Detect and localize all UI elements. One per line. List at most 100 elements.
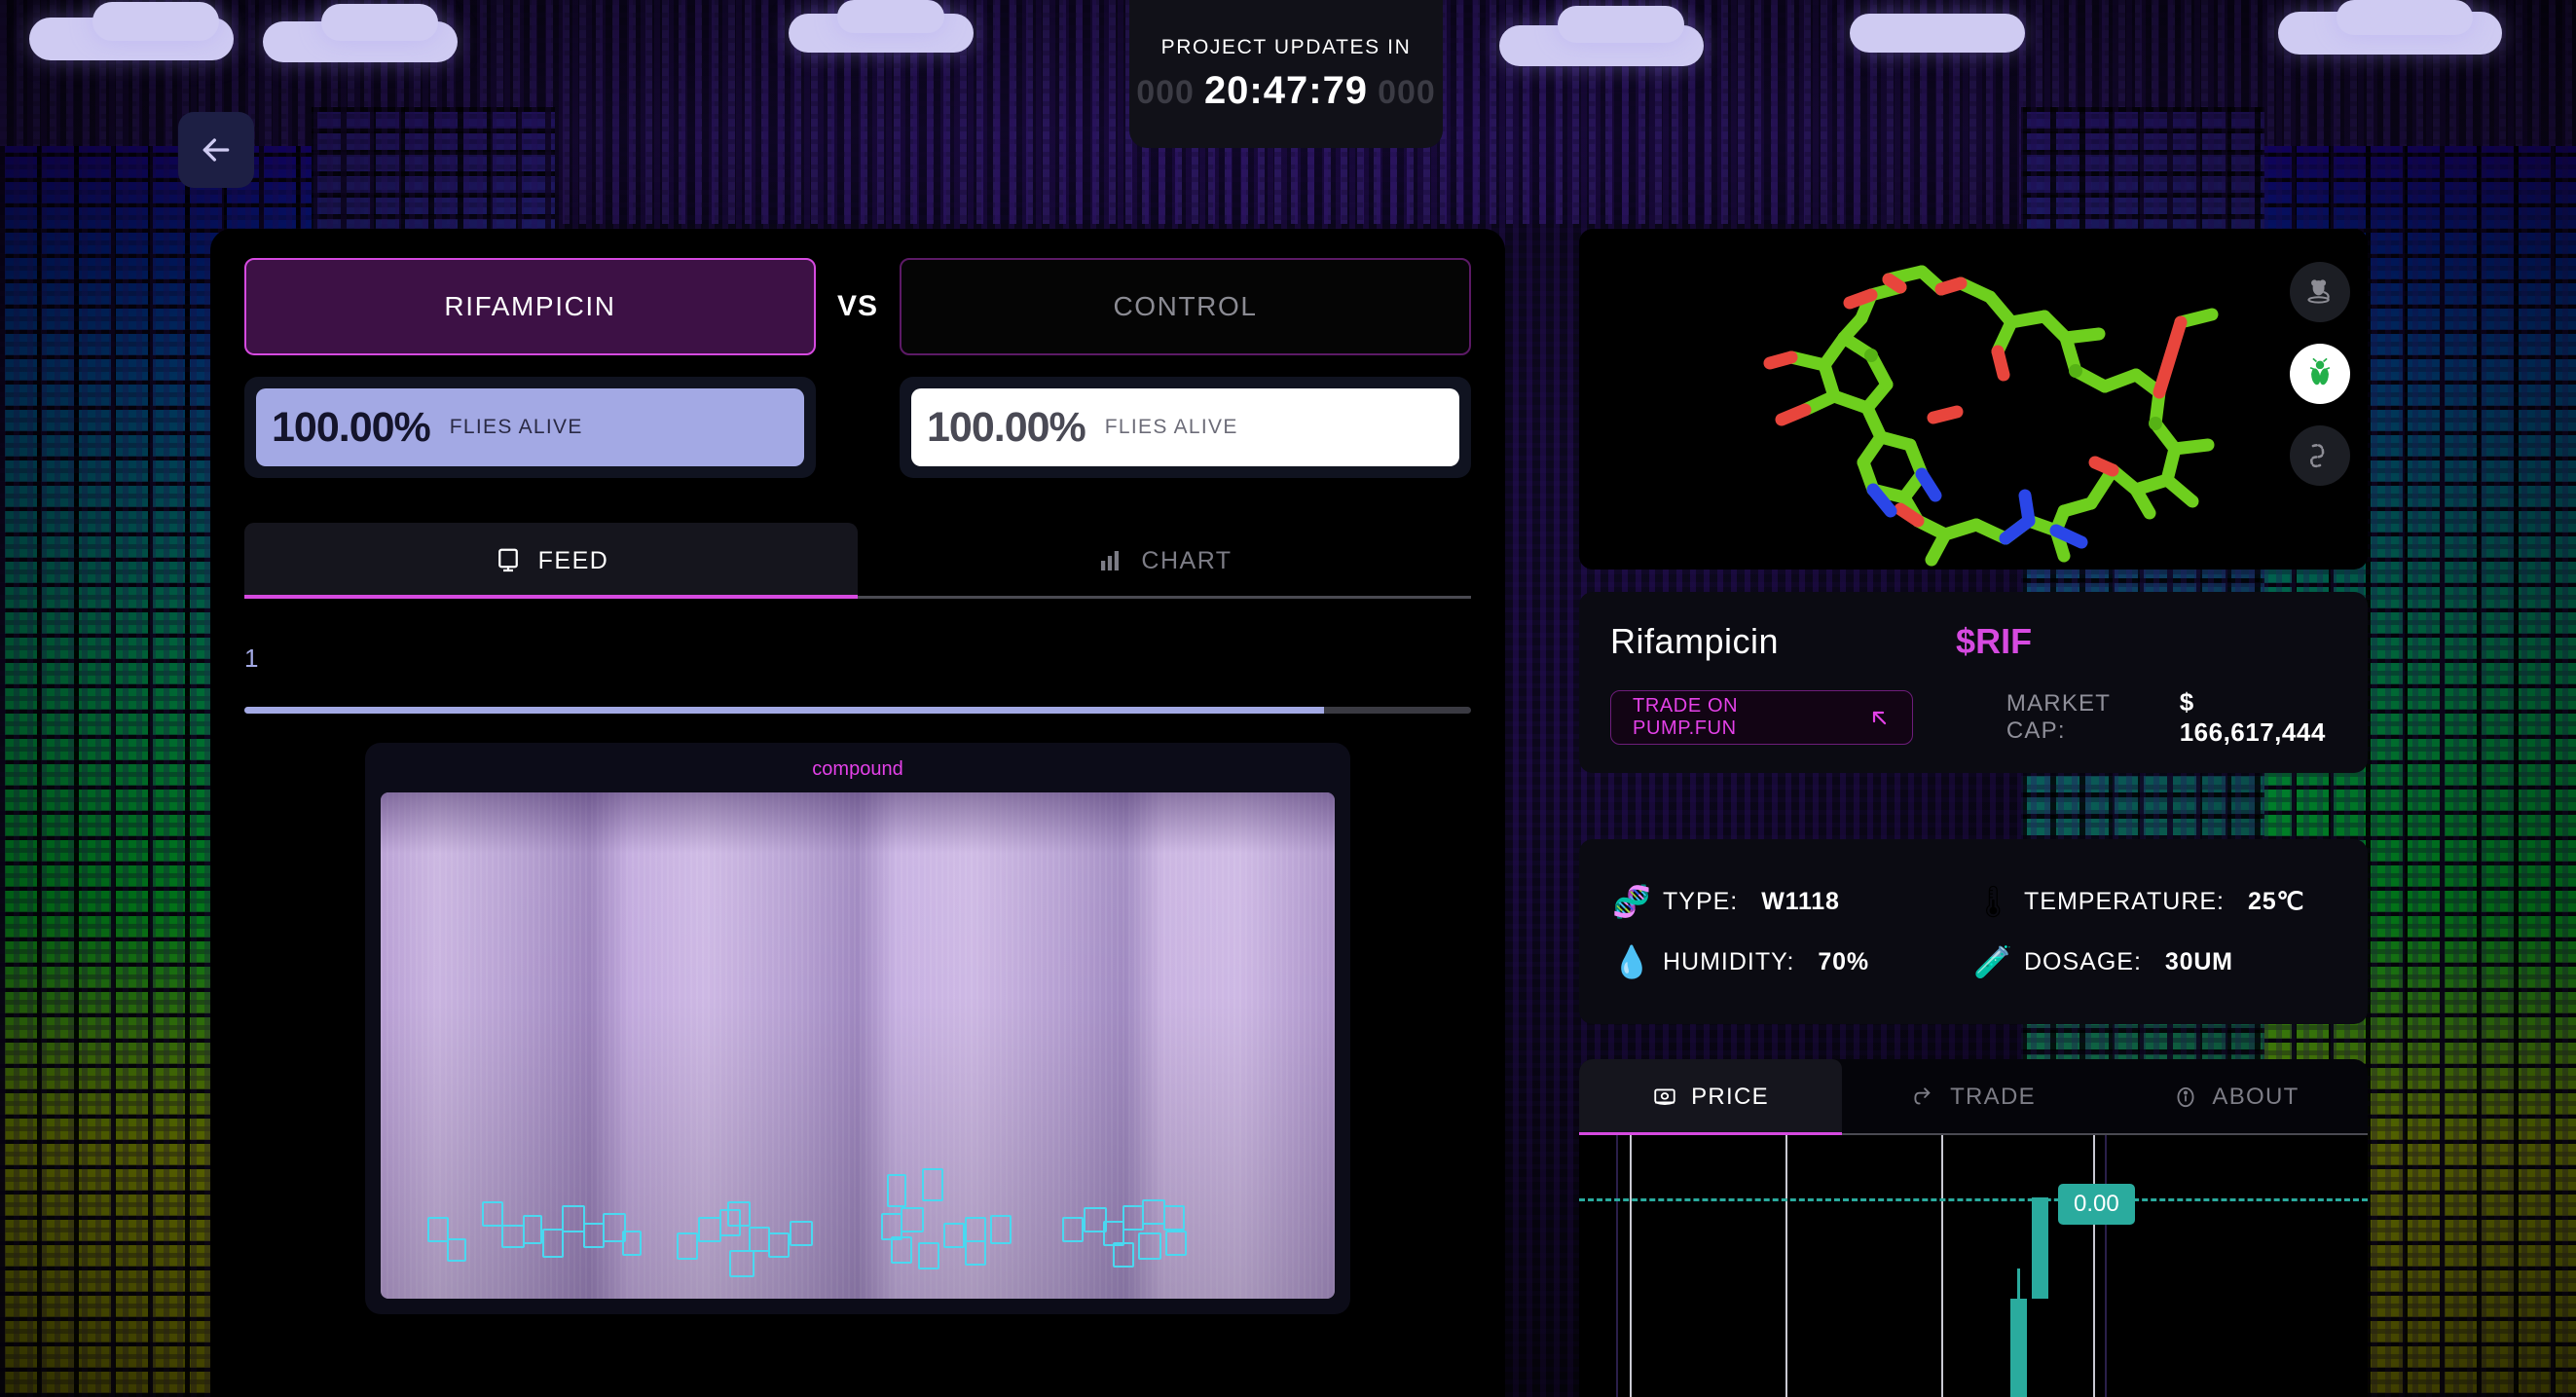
info-value-dosage: 30UM: [2164, 947, 2233, 975]
token-name: Rifampicin: [1610, 621, 1780, 661]
feed-video[interactable]: [381, 792, 1335, 1299]
countdown-ghost-left: 000: [1136, 73, 1195, 111]
candle-body: [2032, 1197, 2048, 1299]
stat-shell-treatment: 100.00% FLIES ALIVE: [244, 377, 816, 478]
tab-price-label: PRICE: [1691, 1084, 1769, 1110]
comparison-tabs: RIFAMPICIN VS CONTROL: [210, 229, 1505, 355]
detection-box: [622, 1231, 642, 1256]
detection-box: [1062, 1217, 1084, 1242]
info-item-dosage: 🧪 DOSAGE: 30UM: [1973, 946, 2335, 977]
comparison-tab-treatment-label: RIFAMPICIN: [444, 291, 616, 321]
stat-card-treatment: 100.00% FLIES ALIVE: [256, 388, 804, 466]
droplet-icon: 💧: [1612, 944, 1651, 979]
swap-arrow-icon: [1914, 1087, 1931, 1105]
tab-feed[interactable]: FEED: [244, 523, 858, 599]
tab-about-label: ABOUT: [2212, 1084, 2300, 1110]
tab-chart[interactable]: CHART: [858, 523, 1471, 599]
stat-card-control: 100.00% FLIES ALIVE: [911, 388, 1459, 466]
molecule-viewer[interactable]: [1579, 229, 2368, 570]
detection-box: [901, 1207, 924, 1232]
feed-caption: compound: [812, 758, 903, 780]
trade-on-pumpfun-button[interactable]: TRADE ON PUMP.FUN: [1610, 690, 1913, 745]
price-chart-panel: PRICE TRADE ABOUT 0.00: [1579, 1059, 2368, 1397]
detection-box: [447, 1238, 466, 1262]
tab-price[interactable]: PRICE: [1579, 1059, 1842, 1135]
detection-box: [990, 1215, 1012, 1244]
test-tube-icon: 🧪: [1973, 944, 2012, 979]
progress-bar[interactable]: [244, 707, 1471, 714]
fly-icon: [2309, 357, 2331, 386]
detection-box: [727, 1201, 751, 1227]
detection-box: [542, 1229, 564, 1258]
back-button[interactable]: [178, 112, 254, 188]
detection-box: [922, 1168, 943, 1201]
info-circle-icon: [2177, 1086, 2194, 1108]
treatment-survival-percent: 100.00%: [272, 403, 431, 451]
survival-stats: 100.00% FLIES ALIVE 100.00% FLIES ALIVE: [210, 355, 1505, 478]
info-value-temperature: 25℃: [2248, 888, 2305, 915]
arrow-left-icon: [202, 138, 230, 162]
thermometer-icon: 🌡: [1973, 884, 2013, 919]
info-key-dosage: DOSAGE:: [2024, 947, 2142, 975]
candlestick-chart[interactable]: 0.00: [1579, 1135, 2368, 1397]
detection-box: [918, 1242, 939, 1269]
info-item-humidity: 💧 HUMIDITY: 70%: [1612, 946, 1973, 977]
detection-box: [965, 1217, 986, 1242]
countdown-ghost-right: 000: [1378, 73, 1436, 111]
market-cap-value: $ 166,617,444: [2179, 687, 2326, 747]
molecule-3d-model: [1763, 265, 2219, 567]
comparison-tab-control[interactable]: CONTROL: [900, 258, 1471, 355]
tab-trade[interactable]: TRADE: [1842, 1059, 2105, 1135]
treatment-survival-label: FLIES ALIVE: [449, 416, 583, 438]
progress-bar-fill: [244, 707, 1324, 714]
project-countdown: PROJECT UPDATES IN 000 20:47:79 000: [1129, 0, 1443, 148]
bar-chart-icon: [1101, 551, 1120, 570]
vs-label: VS: [836, 290, 879, 322]
candle-body: [2010, 1299, 2027, 1397]
detection-box: [583, 1223, 605, 1248]
info-key-humidity: HUMIDITY:: [1663, 947, 1795, 975]
monitor-icon: [497, 548, 518, 572]
detection-box: [562, 1205, 585, 1232]
control-survival-percent: 100.00%: [927, 403, 1086, 451]
organism-button-fly[interactable]: [2290, 344, 2350, 404]
chart-gridline: [1941, 1135, 1943, 1397]
arrow-up-left-icon: [1872, 711, 1886, 725]
market-cap-label: MARKET CAP:: [2006, 690, 2111, 744]
detection-box: [768, 1232, 790, 1258]
detection-box: [1165, 1231, 1187, 1256]
detection-box: [790, 1221, 813, 1246]
trade-on-pumpfun-label: TRADE ON PUMP.FUN: [1633, 695, 1739, 739]
chart-gridline: [1630, 1135, 1632, 1397]
tab-about[interactable]: ABOUT: [2105, 1059, 2368, 1135]
comparison-tab-treatment[interactable]: RIFAMPICIN: [244, 258, 816, 355]
tab-chart-label: CHART: [1141, 546, 1233, 574]
chart-gridline: [1785, 1135, 1787, 1397]
info-item-type: 🧬 TYPE: W1118: [1612, 886, 1973, 917]
control-survival-label: FLIES ALIVE: [1104, 416, 1238, 438]
chart-gridline: [2105, 1135, 2107, 1397]
detection-box: [523, 1215, 542, 1244]
tab-feed-label: FEED: [537, 546, 609, 574]
chart-gridline: [2093, 1135, 2095, 1397]
detection-box: [1113, 1242, 1134, 1268]
detection-box: [482, 1201, 503, 1227]
stat-shell-control: 100.00% FLIES ALIVE: [900, 377, 1471, 478]
organism-button-mouse[interactable]: [2290, 262, 2350, 322]
detection-box: [1163, 1205, 1185, 1231]
current-price-line: [1579, 1198, 2368, 1201]
view-tabs: FEED CHART: [244, 523, 1471, 599]
token-panel: Rifampicin $RIF TRADE ON PUMP.FUN MARKET…: [1579, 592, 2368, 773]
progress-number: 1: [244, 643, 259, 673]
detection-box: [677, 1232, 698, 1260]
organism-button-worm[interactable]: [2290, 425, 2350, 486]
info-key-type: TYPE:: [1663, 887, 1739, 915]
detection-box: [1142, 1199, 1165, 1225]
dna-icon: 🧬: [1612, 884, 1651, 919]
info-item-temperature: 🌡 TEMPERATURE: 25℃: [1973, 886, 2335, 917]
current-price-badge: 0.00: [2058, 1184, 2135, 1225]
info-key-temperature: TEMPERATURE:: [2024, 887, 2225, 915]
camera-feed: compound: [365, 743, 1350, 1314]
token-symbol: $RIF: [1956, 621, 2033, 661]
detection-box: [1138, 1232, 1161, 1260]
